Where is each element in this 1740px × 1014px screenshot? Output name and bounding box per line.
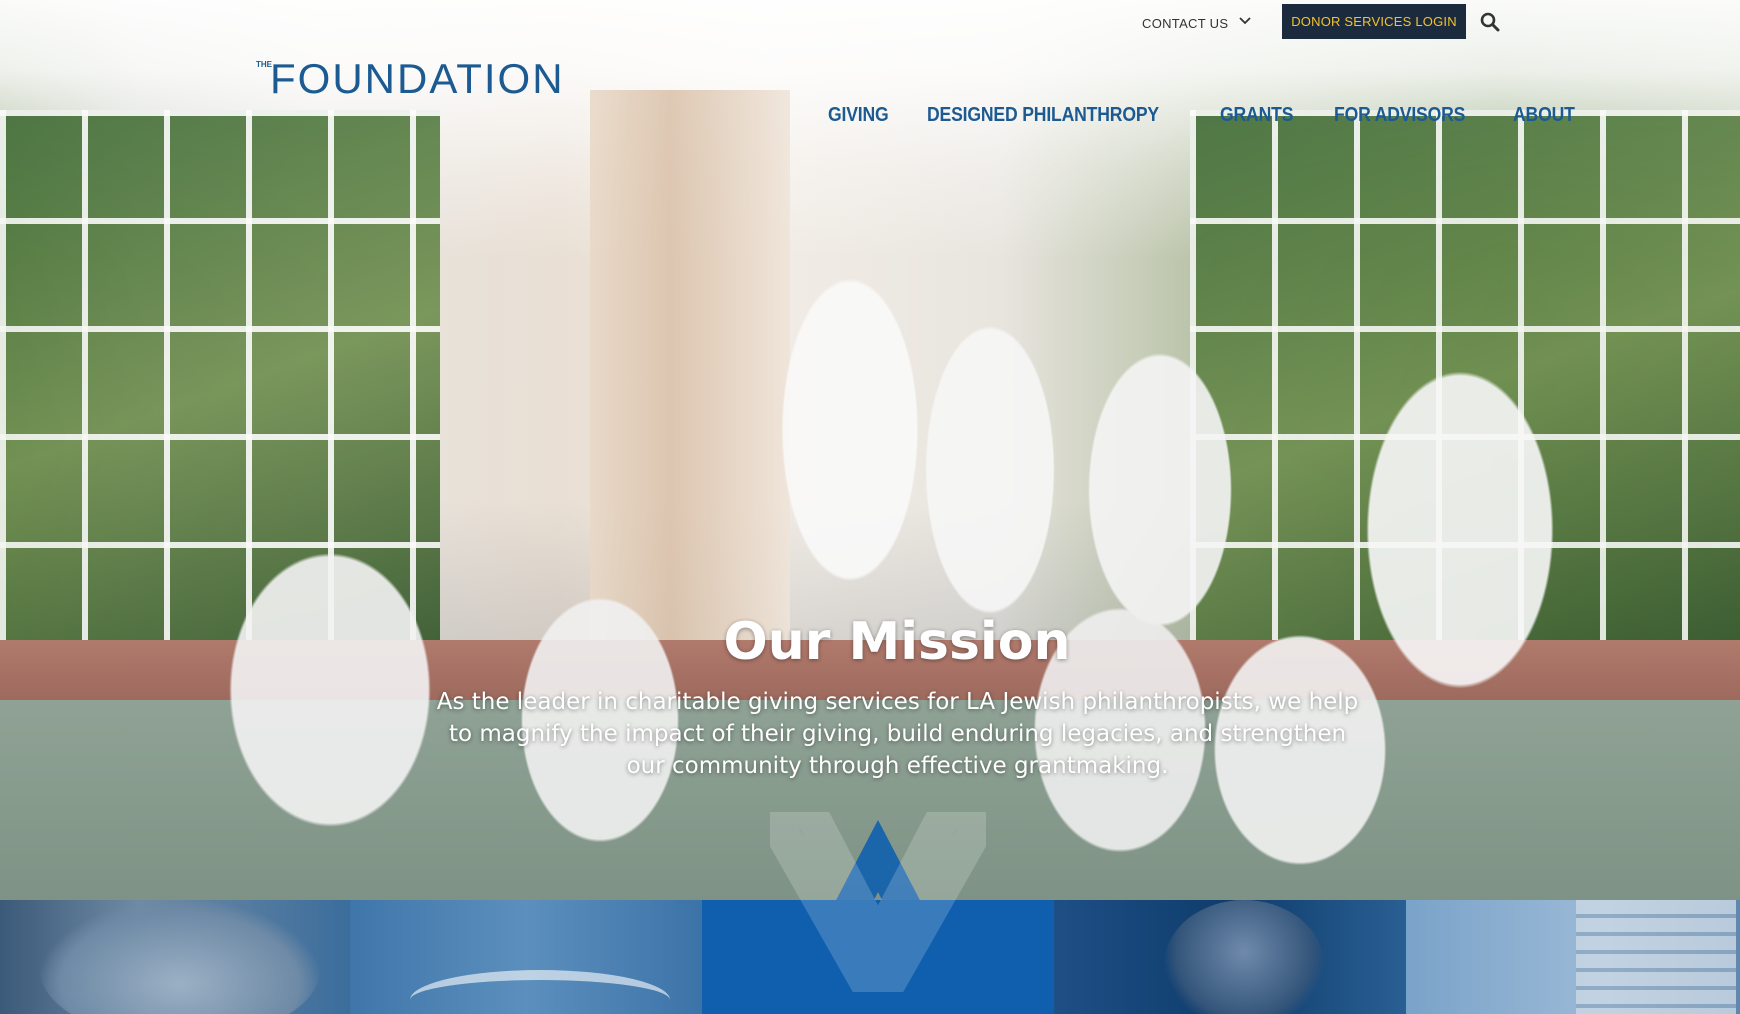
tile-book-image — [410, 970, 670, 1014]
utility-bar: CONTACT US DONOR SERVICES LOGIN — [0, 4, 1740, 44]
mission-title: Our Mission — [723, 612, 1071, 672]
chevron-down-icon[interactable] — [1238, 14, 1252, 28]
feature-tiles — [0, 900, 1740, 1014]
nav-item-giving[interactable]: GIVING — [828, 104, 889, 127]
tile-open-book[interactable] — [350, 900, 702, 1014]
contact-us-link[interactable]: CONTACT US — [1142, 16, 1228, 31]
main-nav: GIVING DESIGNED PHILANTHROPY GRANTS FOR … — [828, 104, 1613, 127]
nav-item-designed-philanthropy[interactable]: DESIGNED PHILANTHROPY — [927, 104, 1159, 127]
donor-services-login-button[interactable]: DONOR SERVICES LOGIN — [1282, 4, 1466, 39]
logo-wordmark: FOUNDATION — [270, 55, 565, 102]
tile-portrait-man[interactable] — [1054, 900, 1406, 1014]
nav-item-grants[interactable]: GRANTS — [1220, 104, 1293, 127]
tile-blocks-image — [1576, 900, 1736, 1014]
hero-family-group — [40, 130, 1700, 900]
site-logo[interactable]: THE FOUNDATION — [256, 56, 566, 102]
mission-text: As the leader in charitable giving servi… — [436, 689, 1359, 779]
tile-emblem[interactable] — [702, 900, 1054, 1014]
tile-woman-image — [40, 900, 320, 1014]
nav-item-for-advisors[interactable]: FOR ADVISORS — [1334, 104, 1465, 127]
nav-item-about[interactable]: ABOUT — [1513, 104, 1575, 127]
tile-man-image — [1164, 900, 1324, 1014]
search-icon[interactable] — [1480, 12, 1500, 32]
tile-portrait-woman[interactable] — [0, 900, 350, 1014]
tile-blocks[interactable] — [1406, 900, 1740, 1014]
